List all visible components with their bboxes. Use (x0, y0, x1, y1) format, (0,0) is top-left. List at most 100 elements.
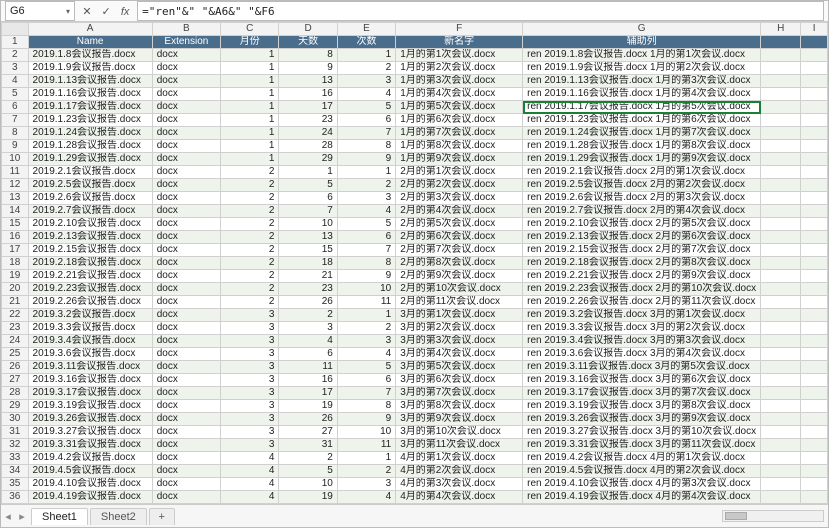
cell[interactable]: docx (152, 413, 220, 426)
row-header[interactable]: 11 (2, 166, 29, 179)
cell[interactable]: 4月的第5次会议.docx (396, 504, 523, 505)
cell[interactable] (801, 491, 828, 504)
cell[interactable] (801, 504, 828, 505)
cell[interactable]: 8 (279, 49, 337, 62)
cell[interactable] (801, 36, 828, 49)
cell[interactable]: 9 (337, 270, 395, 283)
row-header[interactable]: 22 (2, 309, 29, 322)
cell[interactable]: 1 (221, 101, 279, 114)
row-header[interactable]: 13 (2, 192, 29, 205)
cell[interactable]: docx (152, 88, 220, 101)
cell[interactable] (761, 452, 801, 465)
cell[interactable]: 11 (279, 361, 337, 374)
cell[interactable] (801, 374, 828, 387)
cell[interactable]: 3 (337, 192, 395, 205)
cell[interactable]: docx (152, 49, 220, 62)
cell[interactable]: 1 (221, 75, 279, 88)
row-header[interactable]: 18 (2, 257, 29, 270)
cell[interactable] (761, 257, 801, 270)
cell[interactable] (761, 335, 801, 348)
cell[interactable]: 4月的第2次会议.docx (396, 465, 523, 478)
cell[interactable]: 2月的第2次会议.docx (396, 179, 523, 192)
cell[interactable]: 2月的第11次会议.docx (396, 296, 523, 309)
cell[interactable]: docx (152, 75, 220, 88)
col-header-B[interactable]: B (152, 23, 220, 36)
cell[interactable]: ren 2019.2.26会议报告.docx 2月的第11次会议.docx (523, 296, 761, 309)
cell[interactable]: 2019.3.19会议报告.docx (28, 400, 152, 413)
cell[interactable]: ren 2019.1.28会议报告.docx 1月的第8次会议.docx (523, 140, 761, 153)
cell[interactable]: 2019.1.13会议报告.docx (28, 75, 152, 88)
cell[interactable]: 16 (279, 374, 337, 387)
cell[interactable]: 2 (221, 283, 279, 296)
col-header-D[interactable]: D (279, 23, 337, 36)
cell[interactable]: ren 2019.1.13会议报告.docx 1月的第3次会议.docx (523, 75, 761, 88)
cell[interactable] (801, 283, 828, 296)
cell[interactable]: 28 (279, 140, 337, 153)
row-header[interactable]: 36 (2, 491, 29, 504)
col-header-H[interactable]: H (761, 23, 801, 36)
cell[interactable]: 2019.3.2会议报告.docx (28, 309, 152, 322)
cell[interactable]: 21 (279, 504, 337, 505)
cell[interactable]: 2019.2.7会议报告.docx (28, 205, 152, 218)
cell[interactable]: 4 (337, 205, 395, 218)
cell[interactable]: 2月的第6次会议.docx (396, 231, 523, 244)
cell[interactable]: 3月的第10次会议.docx (396, 426, 523, 439)
cell[interactable]: 4 (337, 491, 395, 504)
cell[interactable]: 4 (337, 88, 395, 101)
row-header[interactable]: 1 (2, 36, 29, 49)
cell[interactable]: 1 (221, 114, 279, 127)
cell[interactable]: 2 (221, 179, 279, 192)
cell[interactable]: ren 2019.3.19会议报告.docx 3月的第8次会议.docx (523, 400, 761, 413)
cell[interactable]: 2019.2.5会议报告.docx (28, 179, 152, 192)
cell[interactable]: 2019.2.13会议报告.docx (28, 231, 152, 244)
cell[interactable]: 6 (279, 192, 337, 205)
row-header[interactable]: 30 (2, 413, 29, 426)
cell[interactable]: 8 (337, 400, 395, 413)
row-header[interactable]: 7 (2, 114, 29, 127)
cell[interactable]: 3 (337, 75, 395, 88)
cell[interactable]: 3 (221, 413, 279, 426)
cell[interactable]: 29 (279, 153, 337, 166)
cell[interactable]: 19 (279, 491, 337, 504)
cell[interactable]: 3 (221, 322, 279, 335)
cell[interactable] (801, 166, 828, 179)
cell[interactable]: 2019.2.21会议报告.docx (28, 270, 152, 283)
cell[interactable]: 1月的第9次会议.docx (396, 153, 523, 166)
tab-nav-prev-icon[interactable]: ◂ (1, 510, 15, 523)
cell[interactable]: 2 (279, 309, 337, 322)
cell[interactable]: 4月的第3次会议.docx (396, 478, 523, 491)
row-header[interactable]: 32 (2, 439, 29, 452)
cell[interactable]: 5 (337, 218, 395, 231)
cell[interactable]: 2月的第8次会议.docx (396, 257, 523, 270)
cell[interactable]: 3 (337, 478, 395, 491)
cell[interactable]: 2019.4.2会议报告.docx (28, 452, 152, 465)
cell[interactable]: docx (152, 257, 220, 270)
cell[interactable] (761, 322, 801, 335)
cell[interactable]: 2019.3.16会议报告.docx (28, 374, 152, 387)
cell[interactable]: 2019.1.24会议报告.docx (28, 127, 152, 140)
cell[interactable]: 11 (337, 439, 395, 452)
cell[interactable] (801, 114, 828, 127)
tab-nav-next-icon[interactable]: ▸ (15, 510, 29, 523)
cell[interactable]: 2 (221, 205, 279, 218)
sheet-tab-1[interactable]: Sheet1 (31, 508, 88, 525)
cell[interactable]: docx (152, 465, 220, 478)
cell[interactable]: docx (152, 426, 220, 439)
cell[interactable]: 2019.2.10会议报告.docx (28, 218, 152, 231)
cell[interactable] (761, 114, 801, 127)
cell[interactable]: 4月的第4次会议.docx (396, 491, 523, 504)
row-header[interactable]: 6 (2, 101, 29, 114)
cell[interactable] (801, 218, 828, 231)
col-header-C[interactable]: C (221, 23, 279, 36)
cell[interactable]: 2月的第7次会议.docx (396, 244, 523, 257)
cell[interactable]: 3 (221, 335, 279, 348)
cell[interactable] (801, 309, 828, 322)
cell[interactable] (801, 88, 828, 101)
row-header[interactable]: 14 (2, 205, 29, 218)
cell[interactable]: 15 (279, 244, 337, 257)
select-all-corner[interactable] (2, 23, 29, 36)
cell[interactable]: 1月的第2次会议.docx (396, 62, 523, 75)
cell[interactable] (801, 361, 828, 374)
cell[interactable]: 1月的第3次会议.docx (396, 75, 523, 88)
fx-icon[interactable]: fx (117, 6, 133, 18)
